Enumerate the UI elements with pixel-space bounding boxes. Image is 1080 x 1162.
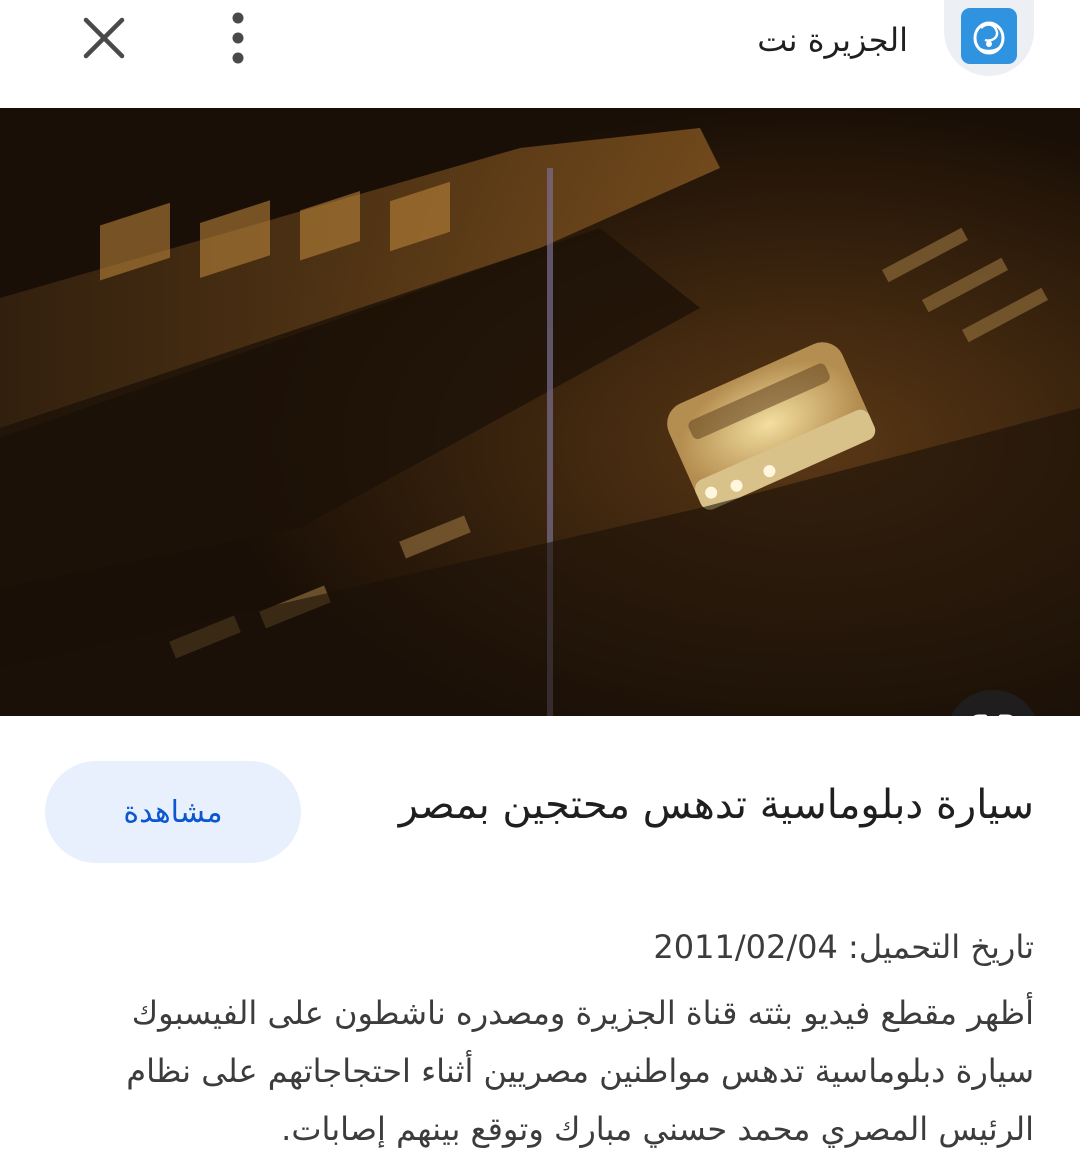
source-avatar[interactable] [944,0,1034,76]
article-title[interactable]: سيارة دبلوماسية تدهس محتجين بمصر [394,772,1034,838]
al-jazeera-logo-icon [961,8,1017,64]
more-options-button[interactable] [214,10,262,66]
article-description: أظهر مقطع فيديو بثته قناة الجزيرة ومصدره… [126,994,1034,1148]
top-bar: الجزيرة نت [0,0,1080,108]
google-lens-icon [973,714,1013,716]
street-night-photo [0,108,1080,716]
close-button[interactable] [80,14,128,62]
more-vert-icon [232,12,244,64]
source-name[interactable]: الجزيرة نت [757,16,908,64]
news-image[interactable] [0,108,1080,716]
close-icon [83,17,125,59]
upload-date-line: تاريخ التحميل: 2011/02/04 [334,922,1034,972]
watch-button[interactable]: مشاهدة [45,761,301,863]
upload-label: تاريخ التحميل: [848,928,1034,966]
upload-date: 2011/02/04 [653,928,838,966]
